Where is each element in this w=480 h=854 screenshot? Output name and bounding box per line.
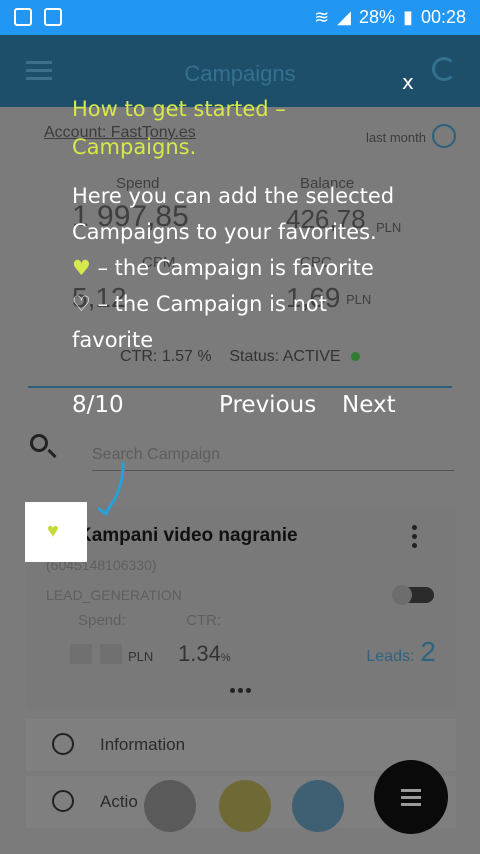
tutorial-step: 8/10: [72, 392, 124, 418]
tutorial-line3: ♡ – the Campaign is not favorite: [72, 292, 327, 352]
tutorial-line2: ♥ – the Campaign is favorite: [72, 250, 412, 286]
heart-outline-icon: ♡: [72, 292, 91, 316]
tutorial-title: How to get started – Campaigns.: [72, 97, 286, 159]
tutorial-body: Here you can add the selected Campaigns …: [72, 178, 412, 358]
tutorial-line1: Here you can add the selected Campaigns …: [72, 184, 395, 244]
previous-button[interactable]: Previous: [219, 392, 316, 418]
heart-filled-icon: ♥: [72, 256, 91, 280]
next-button[interactable]: Next: [342, 392, 396, 418]
tutorial-close-button[interactable]: x: [402, 70, 414, 94]
